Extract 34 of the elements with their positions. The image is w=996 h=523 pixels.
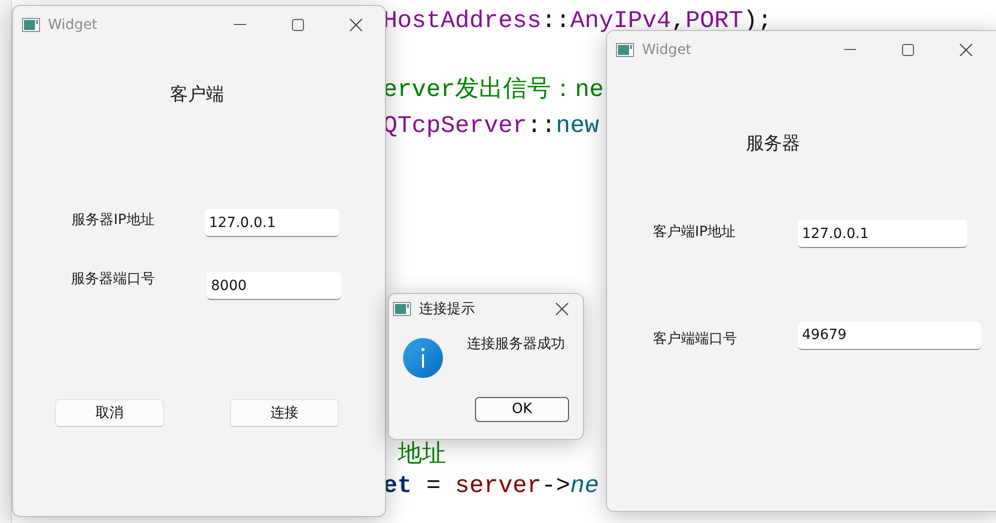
field-label: 客户端IP地址 bbox=[653, 223, 737, 242]
code-token: AnyIPv4 bbox=[570, 8, 672, 35]
heading: 服务器 bbox=[746, 132, 800, 156]
dialog-message: 连接服务器成功 bbox=[467, 335, 565, 354]
dialog-button[interactable]: 连接 bbox=[230, 399, 339, 427]
text-field[interactable]: 127.0.0.1 bbox=[798, 220, 967, 248]
field-label: 客户端端口号 bbox=[653, 330, 738, 349]
app-icon bbox=[22, 18, 40, 32]
code-token: HostAddress bbox=[383, 8, 542, 35]
window-title: Widget bbox=[48, 16, 98, 34]
code-token: new bbox=[556, 113, 600, 140]
info-icon bbox=[403, 338, 443, 378]
window-title: Widget bbox=[642, 40, 692, 60]
app-icon bbox=[393, 302, 411, 316]
text-field[interactable]: 8000 bbox=[207, 272, 341, 300]
code-token: ne bbox=[570, 473, 600, 500]
field-label: 服务器端口号 bbox=[70, 270, 156, 288]
code-token: server bbox=[455, 473, 542, 500]
heading: 客户端 bbox=[169, 83, 225, 107]
code-token: = bbox=[425, 473, 442, 500]
ok-button[interactable]: OK bbox=[475, 397, 569, 422]
code-token: erver发出信号：ne bbox=[383, 77, 604, 104]
code-token: :: bbox=[541, 8, 570, 35]
text-field[interactable]: 49679 bbox=[798, 322, 981, 350]
code-token: 地址 bbox=[398, 442, 446, 469]
text-field[interactable]: 127.0.0.1 bbox=[205, 209, 339, 237]
code-token: -> bbox=[541, 473, 570, 500]
code-token: PORT bbox=[685, 8, 744, 35]
code-token: :: bbox=[527, 113, 556, 140]
field-label: 服务器IP地址 bbox=[70, 210, 156, 230]
dialog-title: 连接提示 bbox=[419, 300, 475, 318]
dialog-button[interactable]: 取消 bbox=[55, 399, 164, 427]
app-icon bbox=[616, 43, 634, 57]
code-token: QTcpServer bbox=[383, 113, 528, 140]
